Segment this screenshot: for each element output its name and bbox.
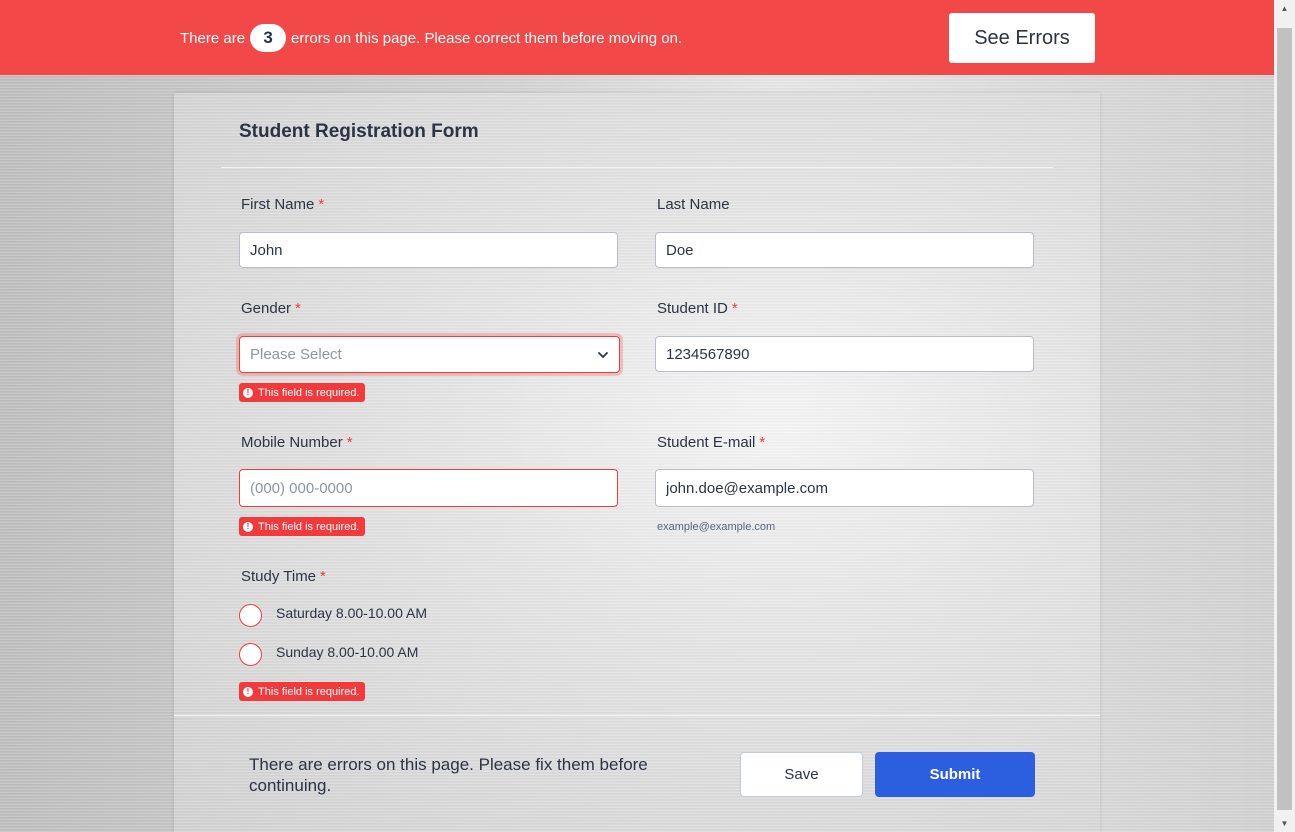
banner-text-before: There are <box>180 29 246 47</box>
last-name-label: Last Name <box>657 196 730 213</box>
gender-error-text: This field is required. <box>258 386 360 399</box>
mobile-number-label: Mobile Number * <box>241 434 353 451</box>
radio-label: Sunday 8.00-10.00 AM <box>276 643 419 660</box>
study-time-error-text: This field is required. <box>258 685 360 698</box>
see-errors-button[interactable]: See Errors <box>949 13 1095 63</box>
student-id-label: Student ID * <box>657 300 738 317</box>
last-name-label-text: Last Name <box>657 196 730 213</box>
study-time-error-badge: ! This field is required. <box>239 682 365 701</box>
gender-label: Gender * <box>241 300 301 317</box>
gender-error-badge: ! This field is required. <box>239 383 365 402</box>
footer-error-message: There are errors on this page. Please fi… <box>249 755 648 795</box>
required-marker: * <box>318 196 325 213</box>
alert-icon: ! <box>243 387 253 398</box>
alert-icon: ! <box>243 686 253 697</box>
scroll-thumb[interactable] <box>1277 28 1292 810</box>
footer-divider <box>174 715 1100 716</box>
required-marker: * <box>731 300 738 317</box>
radio-button[interactable] <box>239 604 262 627</box>
mobile-number-label-text: Mobile Number <box>241 434 343 451</box>
gender-label-text: Gender <box>241 300 292 317</box>
scroll-up-arrow-icon[interactable]: ▲ <box>1274 0 1295 17</box>
study-time-label: Study Time * <box>241 568 326 585</box>
study-time-option-saturday[interactable]: Saturday 8.00-10.00 AM <box>239 598 427 627</box>
save-button[interactable]: Save <box>740 752 863 797</box>
chevron-down-icon <box>598 351 608 358</box>
alert-icon: ! <box>243 521 253 532</box>
mobile-error-badge: ! This field is required. <box>239 517 365 536</box>
error-count-badge: 3 <box>250 24 287 52</box>
submit-button[interactable]: Submit <box>875 752 1035 797</box>
email-sublabel: example@example.com <box>657 521 776 533</box>
title-divider <box>221 167 1053 168</box>
scroll-down-arrow-icon[interactable]: ▼ <box>1274 815 1295 832</box>
study-time-label-text: Study Time <box>241 568 317 585</box>
form-title: Student Registration Form <box>239 121 479 142</box>
student-email-label-text: Student E-mail <box>657 434 756 451</box>
student-id-label-text: Student ID <box>657 300 728 317</box>
first-name-label: First Name * <box>241 196 324 213</box>
first-name-label-text: First Name <box>241 196 315 213</box>
error-banner: There are 3 errors on this page. Please … <box>0 0 1274 75</box>
form-card: Student Registration Form First Name* La… <box>174 93 1100 832</box>
study-time-option-sunday[interactable]: Sunday 8.00-10.00 AM <box>239 637 418 666</box>
gender-select[interactable]: Please Select <box>239 336 620 373</box>
first-name-input[interactable] <box>239 232 618 268</box>
radio-button[interactable] <box>239 643 262 666</box>
student-id-input[interactable] <box>655 336 1034 372</box>
required-marker: * <box>346 434 353 451</box>
student-email-input[interactable] <box>655 469 1034 507</box>
mobile-error-text: This field is required. <box>258 520 360 533</box>
last-name-input[interactable] <box>655 232 1034 268</box>
gender-select-placeholder: Please Select <box>250 346 342 363</box>
required-marker: * <box>320 568 326 585</box>
required-marker: * <box>295 300 301 317</box>
required-marker: * <box>759 434 766 451</box>
mobile-number-input[interactable] <box>239 469 618 507</box>
banner-text-after: errors on this page. Please correct them… <box>291 29 683 47</box>
radio-label: Saturday 8.00-10.00 AM <box>276 604 427 621</box>
scrollbar[interactable]: ▲ ▼ <box>1274 0 1295 832</box>
student-email-label: Student E-mail * <box>657 434 765 451</box>
banner-message: There are 3 errors on this page. Please … <box>180 24 683 52</box>
